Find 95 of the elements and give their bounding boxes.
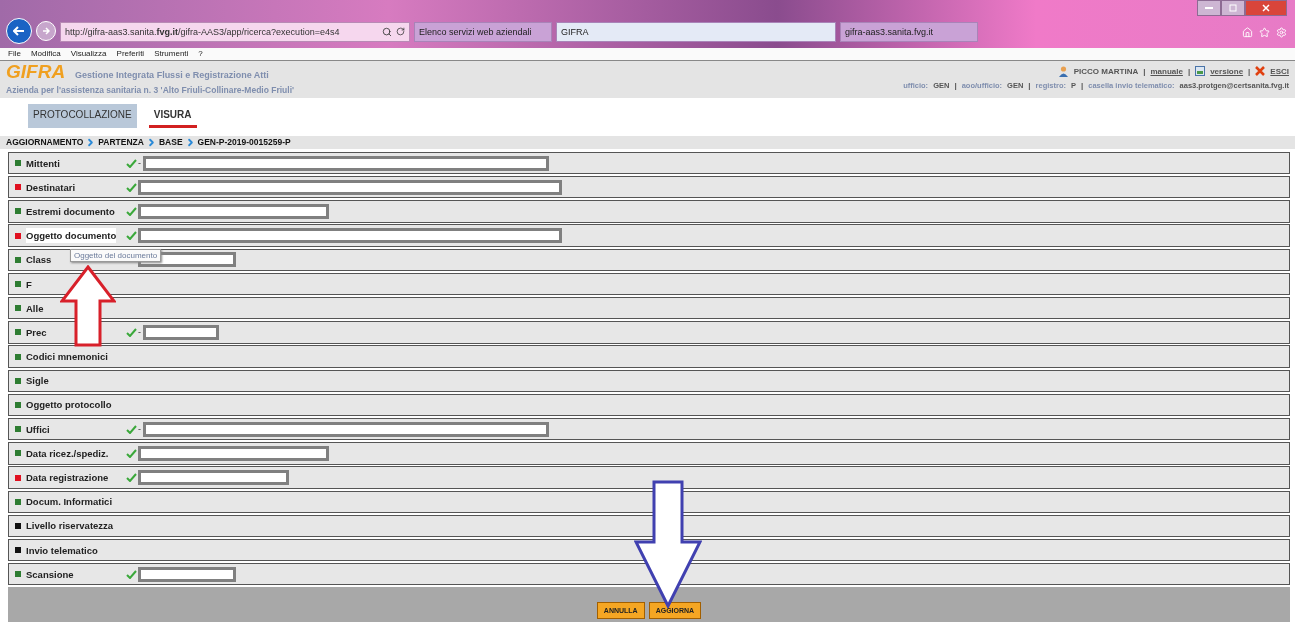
logo: GIFRA (6, 62, 66, 81)
section-row[interactable]: Oggetto documento (8, 224, 1290, 247)
app-title: Gestione Integrata Flussi e Registrazione Atti (75, 69, 269, 80)
dash: - (138, 158, 141, 169)
section-row[interactable]: Destinatari (8, 176, 1290, 199)
section-label: Uffici (26, 422, 50, 437)
header-link[interactable]: manuale (1150, 66, 1183, 76)
section-label: Oggetto documento (26, 228, 117, 244)
section-label: Sigle (26, 374, 49, 389)
star-icon[interactable] (1259, 26, 1270, 38)
section-label: Class (26, 253, 52, 268)
input-field[interactable] (138, 228, 562, 244)
menu-item[interactable]: Visualizza (70, 49, 107, 59)
menu-item[interactable]: File (8, 49, 21, 59)
dash: - (138, 327, 141, 338)
header-link[interactable]: ESCI (1270, 66, 1289, 76)
section-label: Destinatari (26, 180, 76, 195)
section-row[interactable]: Invio telematico (8, 538, 1290, 562)
section-label: Oggetto protocollo (26, 398, 112, 413)
section-label: Data ricez./spediz. (26, 446, 109, 461)
input-field[interactable] (138, 203, 329, 219)
breadcrumb-item[interactable]: AGGIORNAMENTO (6, 137, 84, 148)
menu-item[interactable]: Modifica (30, 49, 61, 59)
separator: | (1081, 80, 1084, 90)
section-label: Alle (26, 301, 44, 316)
settings-icon[interactable] (1276, 26, 1287, 38)
section-row[interactable]: Alle (8, 297, 1290, 320)
section-row[interactable]: Codici mnemonici (8, 345, 1290, 368)
separator: | (954, 80, 957, 90)
home-icon[interactable] (1242, 26, 1253, 38)
section-label: Codici mnemonici (26, 350, 108, 365)
close-icon (1255, 66, 1266, 77)
separator: | (1028, 80, 1031, 90)
section-label: Docum. Informatici (26, 495, 113, 510)
nav-tab[interactable]: PROTOCOLLAZIONE (28, 104, 137, 129)
section-row[interactable]: Scansione (8, 563, 1290, 586)
breadcrumb-item[interactable]: GEN-P-2019-0015259-P (197, 137, 291, 148)
section-row[interactable]: Uffici - (8, 417, 1290, 441)
user-name: PICCO MARTINA (1073, 66, 1139, 76)
section-row[interactable]: Prec - (8, 321, 1290, 344)
section-row[interactable]: Mittenti - (8, 151, 1290, 175)
section-label: Mittenti (26, 156, 60, 171)
refresh-icon[interactable] (396, 27, 405, 37)
input-field[interactable] (138, 566, 236, 582)
document-icon (1195, 66, 1206, 77)
section-row[interactable]: Sigle (8, 369, 1290, 392)
tooltip: Oggetto del documento (70, 249, 162, 262)
section-label: Invio telematico (26, 543, 98, 558)
input-field[interactable] (143, 155, 549, 171)
user-icon (1057, 65, 1069, 77)
forward-button[interactable] (36, 20, 56, 41)
input-field[interactable] (138, 470, 289, 485)
section-row[interactable]: Data registrazione (8, 466, 1290, 489)
section-row[interactable]: Oggetto protocollo (8, 393, 1290, 417)
separator: | (1187, 66, 1191, 76)
input-field[interactable] (143, 421, 549, 437)
nav-tab[interactable]: VISURA (148, 104, 197, 129)
section-label: Scansione (26, 567, 74, 582)
maximize-icon (1229, 4, 1237, 12)
address-bar[interactable]: http://gifra-aas3.sanita.fvg.it/gifra-AAS3/app/ricerca?execution=e4s4 (60, 21, 410, 42)
section-row[interactable]: Livello riservatezza (8, 514, 1290, 538)
menu-item[interactable]: ? (198, 49, 203, 59)
separator: | (1143, 66, 1146, 76)
input-field[interactable] (143, 324, 219, 340)
dash: - (138, 424, 141, 435)
browser-tab[interactable]: GIFRA (556, 21, 836, 42)
arrow-left-icon (13, 25, 25, 36)
close-icon (1262, 4, 1270, 12)
arrow-right-icon (42, 26, 50, 35)
section-row[interactable]: Docum. Informatici (8, 490, 1290, 513)
maximize-button[interactable] (1221, 0, 1245, 16)
input-field[interactable] (138, 445, 329, 461)
section-label: Livello riservatezza (26, 519, 114, 534)
minimize-button[interactable] (1197, 0, 1221, 16)
back-button[interactable] (6, 17, 32, 44)
menu-item[interactable]: Preferiti (116, 49, 145, 59)
search-icon[interactable] (382, 26, 392, 37)
input-field[interactable] (138, 179, 562, 195)
close-button[interactable] (1245, 0, 1287, 16)
section-label: F (26, 277, 32, 292)
section-row[interactable]: F (8, 272, 1290, 296)
section-label: Data registrazione (26, 471, 109, 485)
browser-tab[interactable]: Elenco servizi web aziendali (414, 21, 552, 42)
breadcrumb-item[interactable]: BASE (158, 137, 183, 148)
section-row[interactable]: Data ricez./spediz. (8, 442, 1290, 465)
browser-tab[interactable]: gifra-aas3.sanita.fvg.it (840, 21, 978, 42)
separator: | (1248, 66, 1251, 76)
header-link[interactable]: versione (1210, 66, 1244, 76)
section-label: Estremi documento (26, 204, 115, 219)
organization-name: Azienda per l'assistenza sanitaria n. 3 'Alto Friuli-Collinare-Medio Friuli' (6, 84, 295, 95)
menu-item[interactable]: Strumenti (154, 49, 189, 59)
section-label: Prec (26, 325, 47, 340)
section-row[interactable]: Estremi documento (8, 200, 1290, 223)
minimize-icon (1205, 6, 1213, 10)
breadcrumb-item[interactable]: PARTENZA (98, 137, 144, 148)
